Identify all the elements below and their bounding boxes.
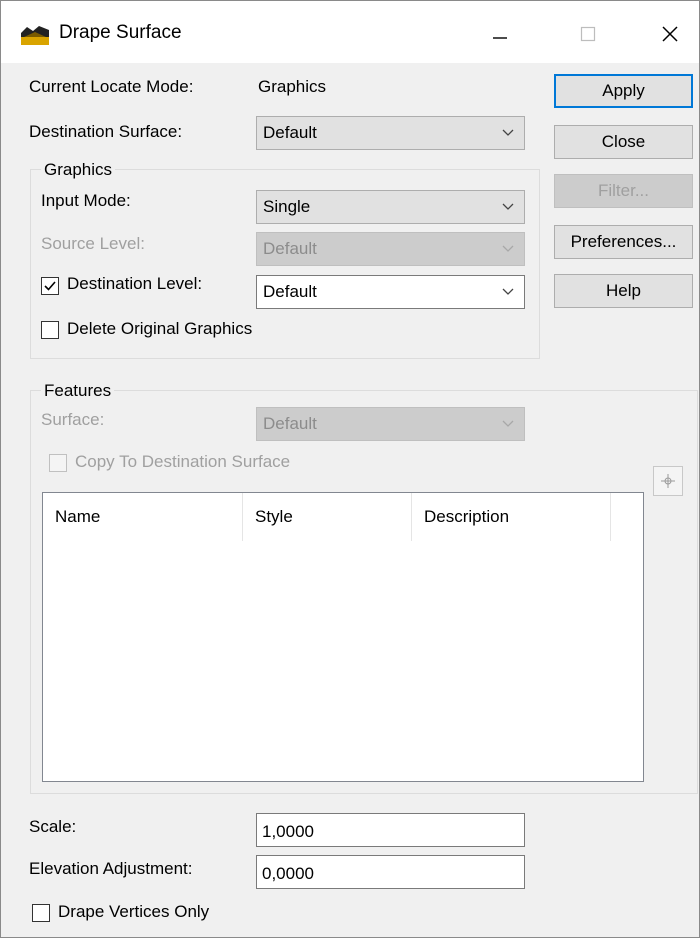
- input-mode-value: Single: [263, 197, 311, 216]
- surface-label: Surface:: [41, 410, 105, 429]
- destination-surface-value: Default: [263, 123, 317, 142]
- elevation-adjustment-input[interactable]: 0,0000: [256, 855, 525, 889]
- close-button[interactable]: Close: [554, 125, 693, 159]
- scale-label: Scale:: [29, 817, 77, 836]
- features-surface-select[interactable]: Default: [256, 407, 525, 441]
- copy-to-destination-checkbox[interactable]: [49, 454, 67, 472]
- chevron-down-icon: [502, 245, 514, 252]
- input-mode-select[interactable]: Single: [256, 190, 525, 224]
- drape-surface-app-icon: [21, 26, 49, 45]
- pick-feature-button[interactable]: [653, 466, 683, 496]
- delete-original-graphics-label: Delete Original Graphics: [67, 319, 253, 338]
- features-surface-value: Default: [263, 414, 317, 433]
- window-close-button[interactable]: [645, 15, 695, 53]
- window-title: Drape Surface: [59, 22, 182, 43]
- source-level-select[interactable]: Default: [256, 232, 525, 266]
- close-icon: [662, 26, 678, 42]
- destination-surface-select[interactable]: Default: [256, 116, 525, 150]
- crosshair-pick-icon: [661, 474, 675, 488]
- copy-to-destination-label: Copy To Destination Surface: [75, 452, 291, 471]
- delete-original-graphics-checkbox[interactable]: [41, 321, 59, 339]
- graphics-group-legend: Graphics: [41, 160, 116, 180]
- maximize-icon: [580, 26, 596, 42]
- source-level-label: Source Level:: [41, 234, 145, 253]
- filter-button[interactable]: Filter...: [554, 174, 693, 208]
- drape-vertices-only-label: Drape Vertices Only: [58, 902, 210, 921]
- chevron-down-icon: [502, 420, 514, 427]
- features-group-legend: Features: [41, 381, 115, 401]
- column-header-style[interactable]: Style: [243, 493, 412, 541]
- features-table[interactable]: Name Style Description: [42, 492, 644, 782]
- input-mode-label: Input Mode:: [41, 191, 131, 210]
- scale-input[interactable]: 1,0000: [256, 813, 525, 847]
- drape-vertices-only-checkbox[interactable]: [32, 904, 50, 922]
- chevron-down-icon: [502, 288, 514, 295]
- chevron-down-icon: [502, 203, 514, 210]
- destination-level-select[interactable]: Default: [256, 275, 525, 309]
- maximize-button[interactable]: [563, 15, 613, 53]
- drape-surface-dialog: Drape Surface Current Locate Mode: Graph…: [0, 0, 700, 938]
- elevation-adjustment-value: 0,0000: [262, 864, 314, 883]
- destination-level-value: Default: [263, 282, 317, 301]
- scale-value: 1,0000: [262, 822, 314, 841]
- preferences-button[interactable]: Preferences...: [554, 225, 693, 259]
- current-locate-mode-label: Current Locate Mode:: [29, 77, 194, 96]
- elevation-adjustment-label: Elevation Adjustment:: [29, 859, 193, 878]
- minimize-icon: [493, 37, 507, 39]
- destination-level-label: Destination Level:: [67, 274, 203, 293]
- source-level-value: Default: [263, 239, 317, 258]
- destination-surface-label: Destination Surface:: [29, 122, 183, 141]
- current-locate-mode-value: Graphics: [258, 77, 327, 96]
- title-bar[interactable]: Drape Surface: [1, 1, 699, 63]
- column-header-description[interactable]: Description: [412, 493, 611, 541]
- minimize-button[interactable]: [475, 15, 525, 53]
- checkmark-icon: [44, 281, 56, 291]
- apply-button[interactable]: Apply: [554, 74, 693, 108]
- destination-level-checkbox[interactable]: [41, 277, 59, 295]
- chevron-down-icon: [502, 129, 514, 136]
- help-button[interactable]: Help: [554, 274, 693, 308]
- column-header-filler: [611, 493, 643, 541]
- column-header-name[interactable]: Name: [43, 493, 243, 541]
